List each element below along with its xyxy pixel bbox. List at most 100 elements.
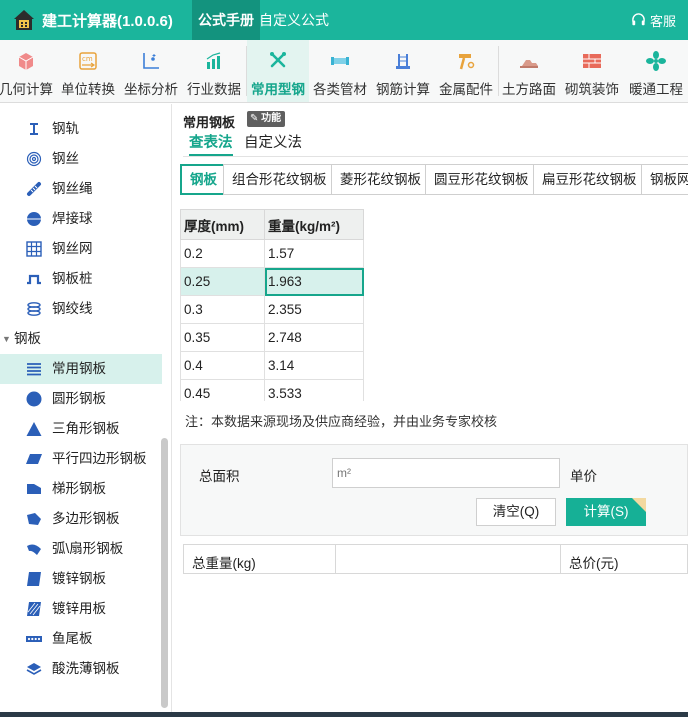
wire-mesh-icon bbox=[26, 241, 42, 257]
cell-thickness[interactable]: 0.4 bbox=[180, 351, 265, 380]
main-content: 常用钢板 ✎ 功能 查表法 自定义法 钢板 组合形花纹钢板 菱形花纹钢板 圆豆形… bbox=[173, 104, 688, 712]
category-toolbar: 几何计算 cm 单位转换 坐标分析 行业数据 常用型钢 各类管材 钢筋计算 金属… bbox=[0, 40, 688, 103]
tool-geometry[interactable]: 几何计算 bbox=[0, 40, 58, 102]
tool-section-steel[interactable]: 常用型钢 bbox=[247, 40, 309, 102]
subtab-lentil-pattern[interactable]: 扁豆形花纹钢板 bbox=[533, 164, 646, 195]
sidebar-item-galvanized-sheet[interactable]: 镀锌用板 bbox=[0, 594, 162, 624]
tool-industry-data[interactable]: 行业数据 bbox=[183, 40, 245, 102]
total-weight-value bbox=[335, 544, 561, 574]
subtab-round-bean-pattern[interactable]: 圆豆形花纹钢板 bbox=[425, 164, 538, 195]
table-row-selected[interactable]: 0.25 1.963 bbox=[180, 267, 364, 296]
clear-button[interactable]: 清空(Q) bbox=[476, 498, 556, 526]
menu-tab-custom-formula[interactable]: 自定义公式 bbox=[253, 0, 335, 40]
sidebar-item-triangle-plate[interactable]: 三角形钢板 bbox=[0, 414, 162, 444]
sidebar-item-strand[interactable]: 钢绞线 bbox=[0, 294, 162, 324]
sidebar-item-galvanized-plate[interactable]: 镀锌钢板 bbox=[0, 564, 162, 594]
wrench-icon bbox=[270, 52, 286, 68]
sidebar-item-sheet-pile[interactable]: 钢板桩 bbox=[0, 264, 162, 294]
cell-weight[interactable]: 2.355 bbox=[264, 295, 364, 324]
corner-badge-icon bbox=[632, 498, 646, 512]
sidebar-item-rail[interactable]: 钢轨 bbox=[0, 114, 162, 144]
sidebar-item-wire[interactable]: 钢丝 bbox=[0, 144, 162, 174]
app-logo-icon bbox=[14, 10, 34, 30]
sidebar-item-wire-mesh[interactable]: 钢丝网 bbox=[0, 234, 162, 264]
function-badge[interactable]: ✎ 功能 bbox=[247, 111, 286, 127]
table-row[interactable]: 0.4 3.14 bbox=[180, 351, 364, 380]
sidebar-group-steel-plate[interactable]: ▼ 钢板 bbox=[0, 324, 162, 354]
taskbar-strip bbox=[0, 712, 688, 717]
column-header-thickness[interactable]: 厚度(mm) bbox=[180, 209, 265, 240]
coordinate-icon bbox=[143, 53, 159, 69]
table-header-row: 厚度(mm) 重量(kg/m²) bbox=[180, 209, 364, 240]
tab-lookup-table[interactable]: 查表法 bbox=[189, 132, 233, 156]
unit-price-label: 单价 bbox=[570, 469, 597, 484]
wire-coil-icon bbox=[26, 151, 42, 167]
sidebar-item-parallelogram-plate[interactable]: 平行四边形钢板 bbox=[0, 444, 162, 474]
polygon-plate-icon bbox=[27, 513, 41, 525]
brick-icon bbox=[583, 54, 601, 68]
menu-tab-formula-manual[interactable]: 公式手册 bbox=[192, 0, 260, 40]
sidebar-item-weld-ball[interactable]: 焊接球 bbox=[0, 204, 162, 234]
sheet-pile-icon bbox=[27, 274, 41, 285]
cell-weight[interactable]: 3.14 bbox=[264, 351, 364, 380]
subtab-steel-plate[interactable]: 钢板 bbox=[180, 164, 227, 195]
rebar-icon bbox=[396, 54, 410, 69]
tool-coordinate[interactable]: 坐标分析 bbox=[120, 40, 182, 102]
tab-custom-method[interactable]: 自定义法 bbox=[244, 132, 302, 156]
calculation-panel: 总面积 单价 清空(Q) 计算(S) bbox=[180, 444, 688, 536]
title-bar: 建工计算器(1.0.0.6) 公式手册 自定义公式 客服 bbox=[0, 0, 688, 40]
support-button[interactable]: 客服 bbox=[631, 11, 676, 30]
subtab-diamond-pattern[interactable]: 菱形花纹钢板 bbox=[331, 164, 430, 195]
column-header-weight[interactable]: 重量(kg/m²) bbox=[264, 209, 364, 240]
subtab-expanded-mesh[interactable]: 钢板网 bbox=[641, 164, 688, 195]
cell-thickness[interactable]: 0.45 bbox=[180, 379, 265, 401]
sidebar-item-common-plate[interactable]: 常用钢板 bbox=[0, 354, 162, 384]
circle-plate-icon bbox=[26, 391, 42, 407]
sidebar-item-wire-rope[interactable]: 钢丝绳 bbox=[0, 174, 162, 204]
subtab-combined-pattern[interactable]: 组合形花纹钢板 bbox=[223, 164, 336, 195]
sidebar-item-trapezoid-plate[interactable]: 梯形钢板 bbox=[0, 474, 162, 504]
cell-weight[interactable]: 2.748 bbox=[264, 323, 364, 352]
cell-weight[interactable]: 3.533 bbox=[264, 379, 364, 401]
cell-thickness[interactable]: 0.25 bbox=[180, 267, 265, 296]
tool-metal-fittings[interactable]: 金属配件 bbox=[435, 40, 497, 102]
strand-icon bbox=[27, 302, 41, 316]
sidebar-item-fishplate[interactable]: 鱼尾板 bbox=[0, 624, 162, 654]
table-row[interactable]: 0.35 2.748 bbox=[180, 323, 364, 352]
tool-rebar[interactable]: 钢筋计算 bbox=[371, 40, 435, 102]
hammer-icon bbox=[459, 54, 475, 70]
tool-masonry-decoration[interactable]: 砌筑装饰 bbox=[560, 40, 624, 102]
tool-pipes[interactable]: 各类管材 bbox=[309, 40, 371, 102]
calculate-button[interactable]: 计算(S) bbox=[566, 498, 646, 526]
table-row[interactable]: 0.2 1.57 bbox=[180, 239, 364, 268]
cell-thickness[interactable]: 0.2 bbox=[180, 239, 265, 268]
sidebar-scrollbar-thumb[interactable] bbox=[161, 438, 168, 708]
mode-tab-divider bbox=[183, 156, 688, 157]
sidebar-item-polygon-plate[interactable]: 多边形钢板 bbox=[0, 504, 162, 534]
data-source-note: 注：本数据来源现场及供应商经验，并由业务专家校核 bbox=[185, 414, 498, 429]
sidebar: 钢轨 钢丝 钢丝绳 焊接球 钢丝网 钢板桩 钢绞线 ▼ 钢板 常用钢板 圆形钢板… bbox=[0, 104, 172, 712]
galvanized-sheet-icon bbox=[27, 602, 41, 616]
sidebar-item-circle-plate[interactable]: 圆形钢板 bbox=[0, 384, 162, 414]
support-label: 客服 bbox=[649, 14, 676, 29]
cube-icon bbox=[18, 53, 34, 70]
cell-thickness[interactable]: 0.3 bbox=[180, 295, 265, 324]
tool-hvac[interactable]: 暖通工程 bbox=[624, 40, 688, 102]
cell-weight-focused[interactable]: 1.963 bbox=[264, 267, 364, 296]
cell-thickness[interactable]: 0.35 bbox=[180, 323, 265, 352]
pickled-sheet-icon bbox=[26, 663, 42, 675]
galvanized-plate-icon bbox=[27, 572, 41, 586]
weight-table-container[interactable]: 厚度(mm) 重量(kg/m²) 0.2 1.57 0.25 1.963 0.3 2.… bbox=[180, 209, 364, 401]
cell-weight[interactable]: 1.57 bbox=[264, 239, 364, 268]
parallelogram-plate-icon bbox=[26, 454, 42, 464]
tool-unit-convert[interactable]: cm 单位转换 bbox=[57, 40, 119, 102]
sidebar-item-pickled-sheet[interactable]: 酸洗薄钢板 bbox=[0, 654, 162, 684]
total-area-input[interactable] bbox=[332, 458, 560, 488]
function-badge-icon: ✎ bbox=[250, 113, 259, 124]
result-bar: 总重量(kg) 总价(元) bbox=[183, 544, 688, 574]
table-row[interactable]: 0.45 3.533 bbox=[180, 379, 364, 401]
sidebar-item-sector-plate[interactable]: 弧\扇形钢板 bbox=[0, 534, 162, 564]
table-row[interactable]: 0.3 2.355 bbox=[180, 295, 364, 324]
fan-icon bbox=[646, 51, 666, 71]
tool-earthwork-road[interactable]: 土方路面 bbox=[499, 40, 559, 102]
